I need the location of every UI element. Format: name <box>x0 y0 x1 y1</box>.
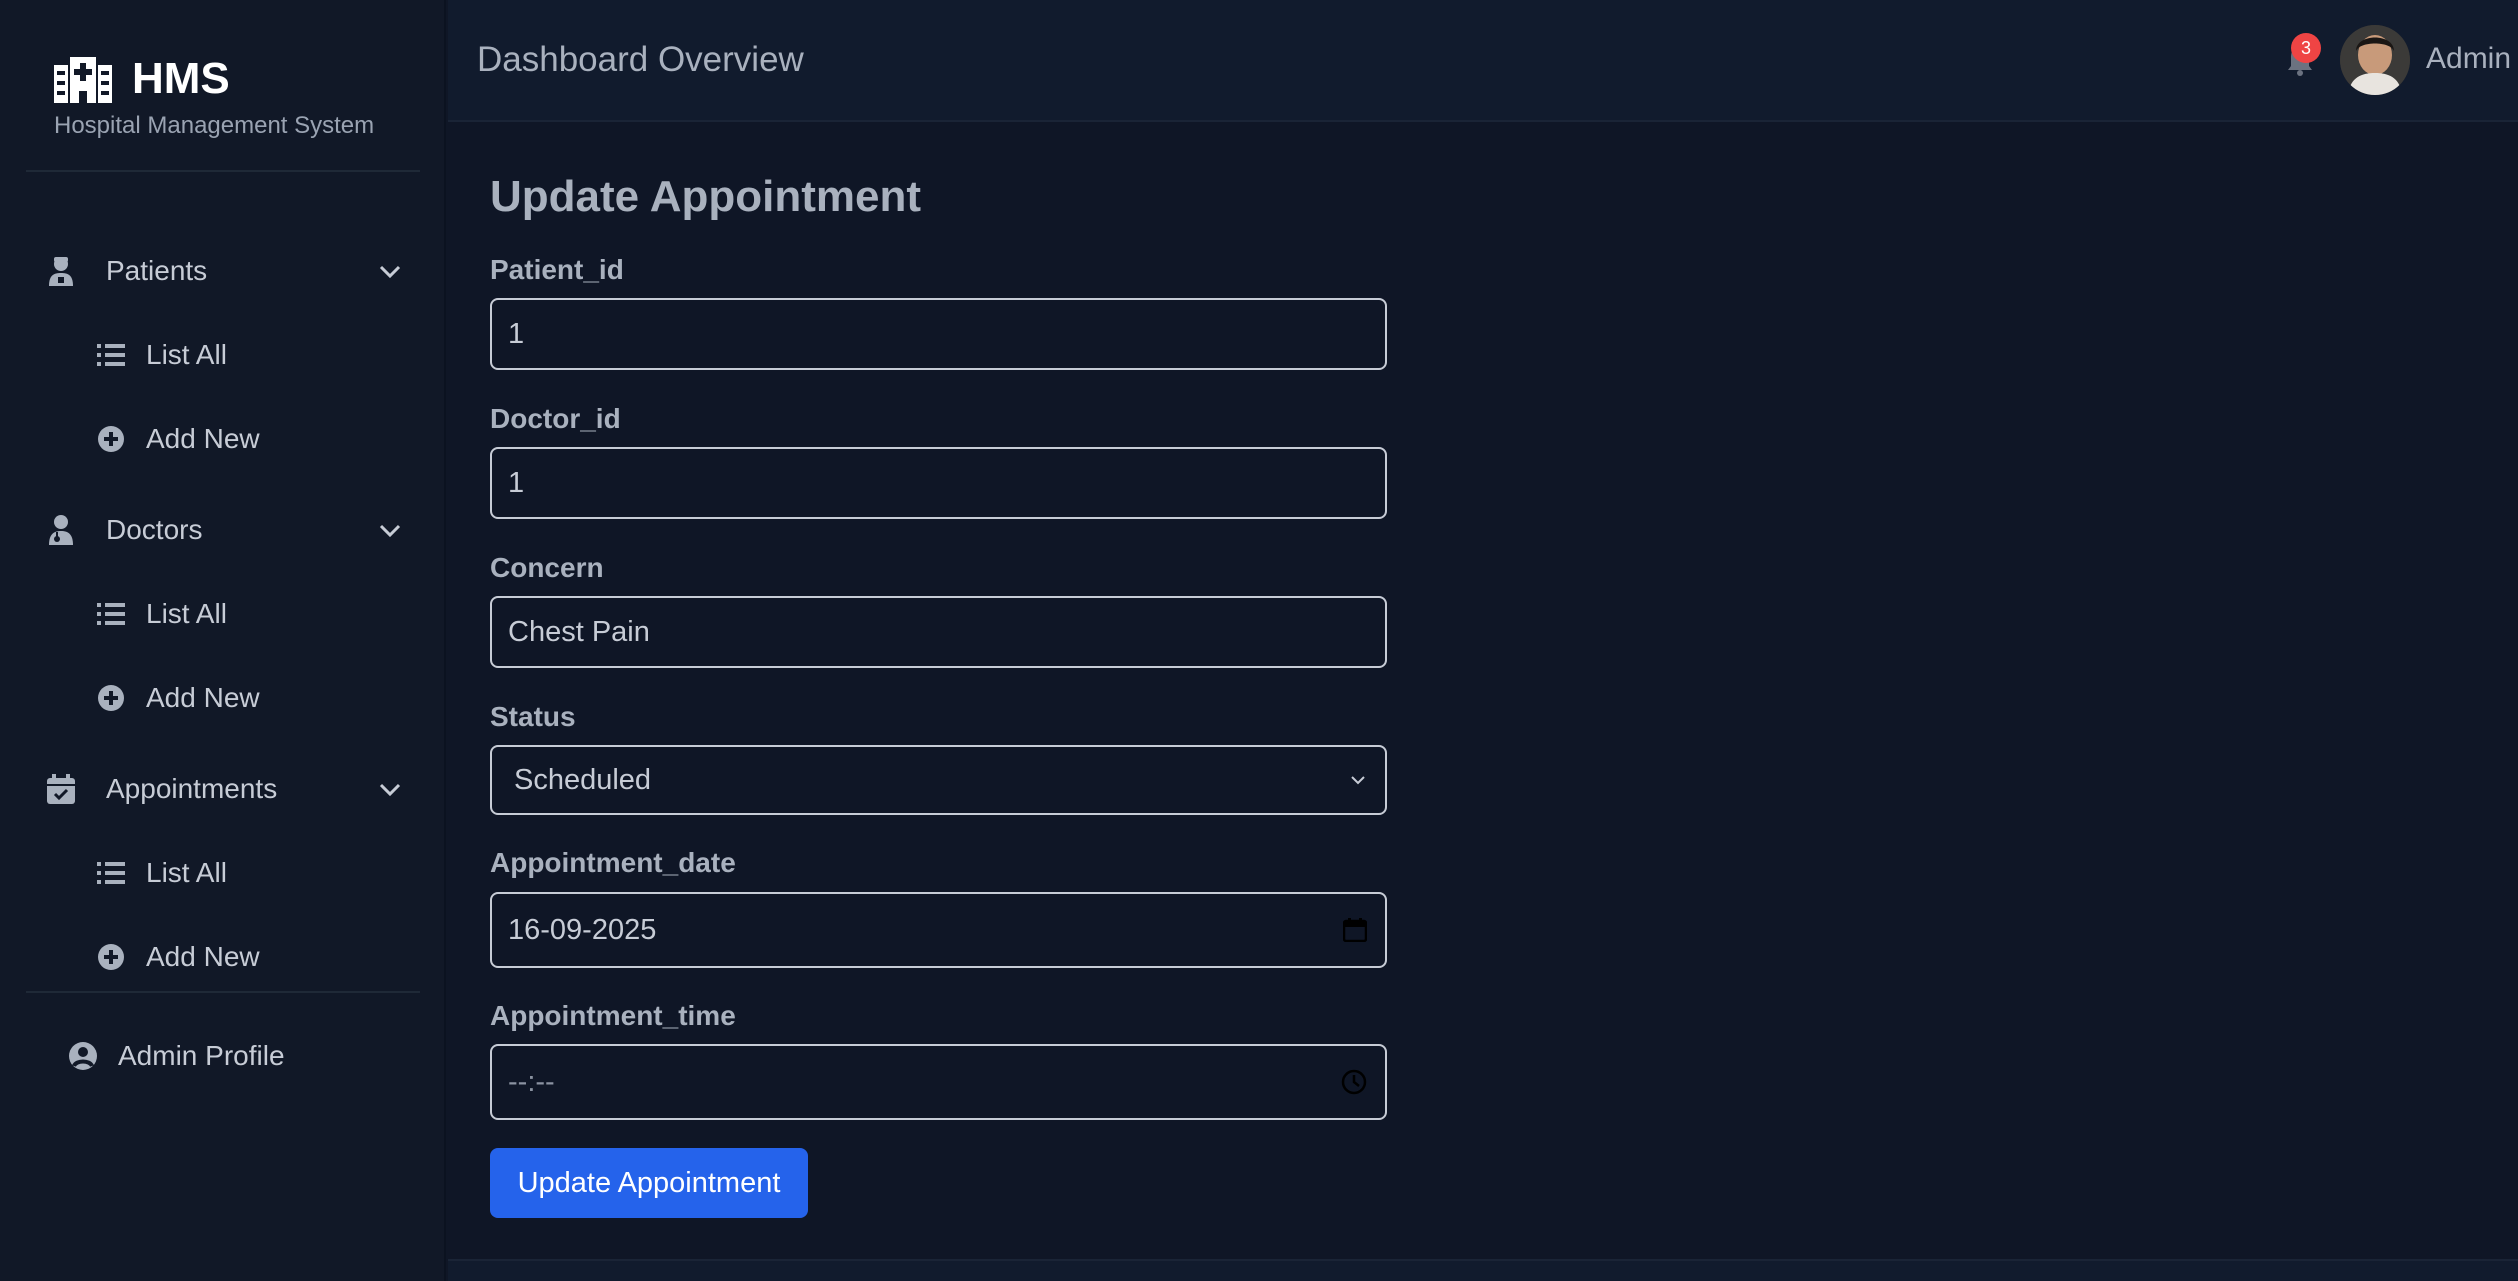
patient-icon <box>44 254 78 288</box>
sidebar-divider <box>26 991 420 993</box>
doctor-icon <box>44 513 78 547</box>
concern-label: Concern <box>490 552 604 583</box>
clock-icon[interactable] <box>1341 1069 1367 1095</box>
sidebar-item-label: List All <box>146 598 227 629</box>
appointment-date-input[interactable]: 16-09-2025 <box>490 892 1387 968</box>
update-appointment-button[interactable]: Update Appointment <box>490 1148 808 1218</box>
list-icon <box>96 340 126 370</box>
sidebar: HMS Hospital Management System Patients … <box>0 0 446 1281</box>
chevron-down-icon[interactable] <box>376 257 404 285</box>
sidebar-item-label: Add New <box>146 423 260 454</box>
sidebar-divider <box>26 170 420 172</box>
chevron-down-icon[interactable] <box>376 516 404 544</box>
sidebar-item-doctors-list[interactable]: List All <box>96 588 227 640</box>
sidebar-item-label: List All <box>146 339 227 370</box>
sidebar-item-admin-profile[interactable]: Admin Profile <box>68 1030 285 1082</box>
sidebar-group-appointments[interactable]: Appointments <box>44 761 404 817</box>
sidebar-item-label: Add New <box>146 682 260 713</box>
calendar-check-icon <box>44 772 78 806</box>
list-icon <box>96 858 126 888</box>
hospital-icon <box>54 57 112 103</box>
status-select[interactable]: Scheduled <box>490 745 1387 815</box>
sidebar-group-patients[interactable]: Patients <box>44 243 404 299</box>
avatar[interactable] <box>2340 25 2410 95</box>
appointment-date-label: Appointment_date <box>490 847 736 878</box>
brand-subtitle: Hospital Management System <box>54 112 375 139</box>
sidebar-group-doctors[interactable]: Doctors <box>44 502 404 558</box>
sidebar-group-label: Patients <box>106 255 208 286</box>
sidebar-item-patients-add[interactable]: Add New <box>96 413 260 465</box>
doctor-id-label: Doctor_id <box>490 403 621 434</box>
page-title: Dashboard Overview <box>477 40 804 79</box>
footer-strip <box>448 1259 2518 1281</box>
user-name[interactable]: Admin <box>2426 42 2511 76</box>
status-select-value: Scheduled <box>514 763 652 796</box>
sidebar-item-appointments-add[interactable]: Add New <box>96 931 260 983</box>
notification-badge: 3 <box>2291 33 2321 63</box>
sidebar-item-label: List All <box>146 857 227 888</box>
patient-id-label: Patient_id <box>490 254 624 285</box>
plus-circle-icon <box>96 683 126 713</box>
patient-id-input[interactable]: 1 <box>490 298 1387 370</box>
sidebar-item-label: Admin Profile <box>118 1040 285 1071</box>
user-circle-icon <box>69 1042 97 1070</box>
sidebar-item-appointments-list[interactable]: List All <box>96 847 227 899</box>
appointment-date-value: 16-09-2025 <box>508 913 657 946</box>
main-content: Update Appointment Patient_id 1 Doctor_i… <box>448 124 2518 1259</box>
plus-circle-icon <box>96 942 126 972</box>
brand-title: HMS <box>132 54 230 103</box>
app: HMS Hospital Management System Patients … <box>0 0 2518 1281</box>
appointment-time-input[interactable]: --:-- <box>490 1044 1387 1120</box>
form-title: Update Appointment <box>490 172 921 221</box>
concern-input[interactable]: Chest Pain <box>490 596 1387 668</box>
sidebar-group-label: Appointments <box>106 773 278 804</box>
sidebar-group-label: Doctors <box>106 514 203 545</box>
appointment-time-value: --:-- <box>508 1065 555 1098</box>
calendar-icon[interactable] <box>1343 918 1367 942</box>
appointment-time-label: Appointment_time <box>490 1000 736 1031</box>
doctor-id-input[interactable]: 1 <box>490 447 1387 519</box>
sidebar-item-patients-list[interactable]: List All <box>96 329 227 381</box>
top-header: Dashboard Overview 3 Admin <box>448 0 2518 122</box>
sidebar-item-doctors-add[interactable]: Add New <box>96 672 260 724</box>
brand: HMS Hospital Management System <box>54 54 374 140</box>
chevron-down-icon[interactable] <box>376 775 404 803</box>
plus-circle-icon <box>96 424 126 454</box>
status-label: Status <box>490 701 576 732</box>
sidebar-item-label: Add New <box>146 941 260 972</box>
chevron-down-icon <box>1351 776 1365 785</box>
list-icon <box>96 599 126 629</box>
